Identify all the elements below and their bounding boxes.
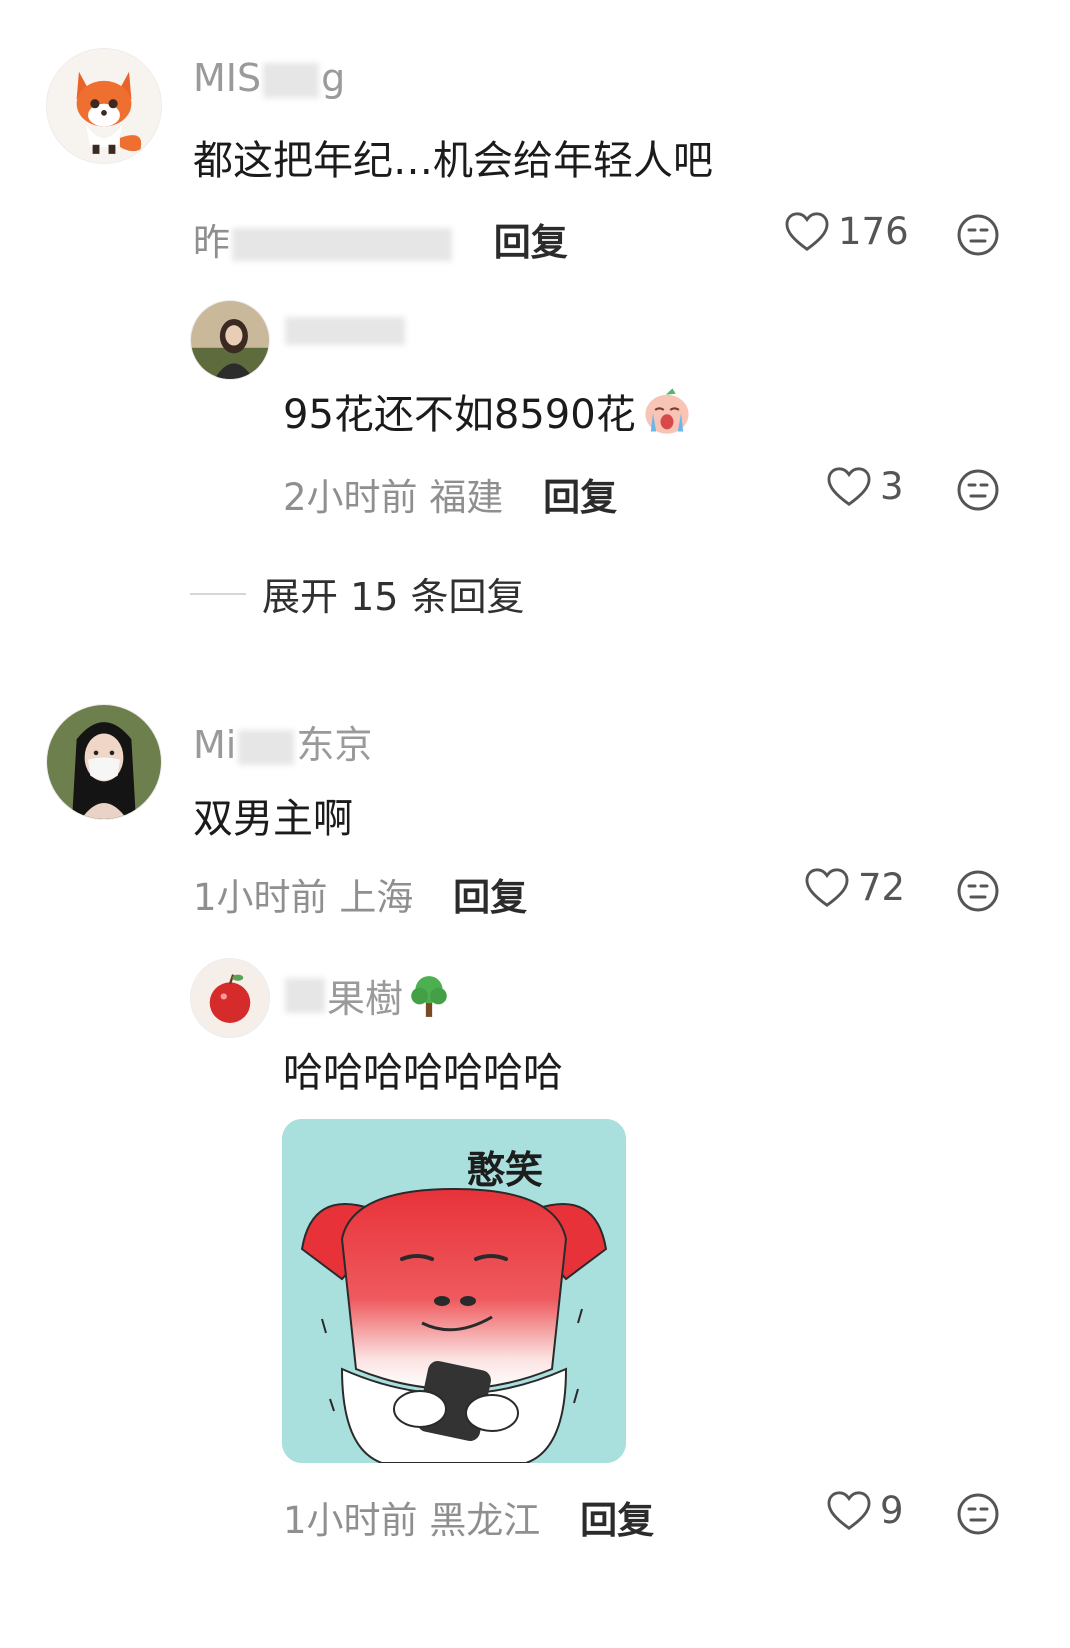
heart-outline-icon <box>805 867 849 907</box>
meh-face-icon <box>957 870 999 912</box>
like-count: 176 <box>838 210 909 253</box>
comment-username[interactable]: Mi 东京 <box>193 714 372 769</box>
redaction-blur <box>263 63 320 98</box>
divider-line <box>190 592 246 595</box>
redaction-blur <box>285 978 325 1013</box>
photo-avatar-image <box>47 705 161 819</box>
avatar-reply[interactable] <box>190 300 270 380</box>
reply-button[interactable]: 回复 <box>453 876 527 919</box>
reply-button[interactable]: 回复 <box>543 476 617 519</box>
reply-meta: 2小时前 福建 回复 <box>283 476 618 519</box>
dislike-button[interactable] <box>956 869 1000 917</box>
expand-replies-button[interactable]: 展开 15 条回复 <box>190 566 525 621</box>
redaction-blur <box>285 316 405 346</box>
reply-button[interactable]: 回复 <box>580 1499 654 1542</box>
dislike-button[interactable] <box>956 468 1000 516</box>
like-button[interactable]: 176 <box>784 210 909 253</box>
photo-avatar-image <box>191 301 269 379</box>
reply-text: 95花还不如8590花 <box>283 382 694 440</box>
comment-text: 都这把年纪…机会给年轻人吧 <box>193 138 713 184</box>
like-button[interactable]: 3 <box>826 465 904 508</box>
dislike-button[interactable] <box>956 213 1000 261</box>
avatar-girl[interactable] <box>46 704 162 820</box>
heart-outline-icon <box>827 466 871 506</box>
comment-username[interactable]: MIS g <box>193 56 345 100</box>
comment-meta: 昨 回复 <box>193 221 568 264</box>
comment-meta: 1小时前 上海 回复 <box>193 876 528 919</box>
like-count: 9 <box>880 1489 904 1532</box>
like-count: 3 <box>880 465 904 508</box>
avatar-fox[interactable] <box>46 48 162 164</box>
like-button[interactable]: 9 <box>826 1489 904 1532</box>
pig-sticker-graphic <box>282 1119 626 1463</box>
tree-emoji-icon <box>411 975 447 1017</box>
avatar-apple[interactable] <box>190 958 270 1038</box>
meh-face-icon <box>957 1493 999 1535</box>
meh-face-icon <box>957 214 999 256</box>
dislike-button[interactable] <box>956 1492 1000 1540</box>
reply-text: 哈哈哈哈哈哈哈 <box>283 1050 563 1096</box>
redaction-blur <box>232 227 452 262</box>
sticker-caption: 憨笑 <box>467 1148 544 1192</box>
sticker-image[interactable]: 憨笑 <box>282 1119 626 1463</box>
like-count: 72 <box>858 866 906 909</box>
crying-emoji-icon <box>645 388 689 434</box>
reply-username[interactable]: 果樹 <box>283 968 451 1023</box>
meh-face-icon <box>957 469 999 511</box>
heart-outline-icon <box>827 1490 871 1530</box>
reply-button[interactable]: 回复 <box>494 221 568 264</box>
apple-avatar-image <box>191 959 269 1037</box>
comment-text: 双男主啊 <box>193 796 353 842</box>
like-button[interactable]: 72 <box>804 866 905 909</box>
heart-outline-icon <box>785 211 829 251</box>
fox-avatar-image <box>47 49 161 163</box>
redaction-blur <box>238 730 295 765</box>
reply-meta: 1小时前 黑龙江 回复 <box>283 1499 655 1542</box>
reply-username[interactable] <box>283 310 407 348</box>
